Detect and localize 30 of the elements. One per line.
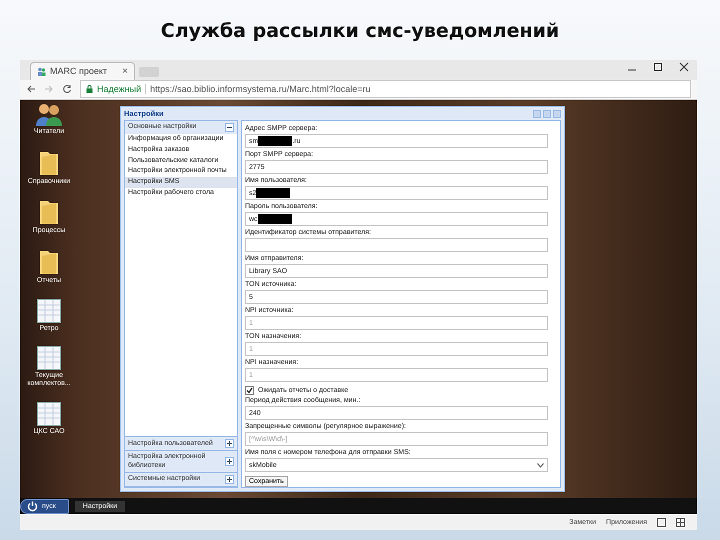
maximize-icon[interactable] (653, 62, 663, 72)
grid-icon[interactable] (676, 518, 685, 527)
folder-icon[interactable] (39, 150, 59, 176)
close-icon[interactable] (679, 62, 689, 72)
back-icon[interactable] (26, 84, 36, 94)
window-icon[interactable] (657, 518, 666, 527)
dropdown-caret-icon (537, 462, 544, 468)
reload-icon[interactable] (62, 84, 72, 94)
slide-title: Служба рассылки смс-уведомлений (160, 19, 560, 44)
folder-icon[interactable] (39, 249, 59, 276)
spreadsheet-icon[interactable] (37, 402, 61, 426)
lock-icon (86, 85, 93, 94)
url-text: https://sao.biblio.informsystema.ru/Marc.html?locale=ru (150, 84, 370, 94)
security-label: Надежный (97, 84, 146, 94)
expand-icon[interactable] (225, 475, 234, 484)
browser-tab[interactable]: MARC проект × (30, 62, 135, 80)
input-field[interactable] (245, 238, 548, 252)
tab-close-button[interactable]: × (122, 66, 128, 77)
address-field[interactable]: Надежный https://sao.biblio.informsystema.ru/Marc.html?locale=ru (80, 80, 691, 98)
expand-icon[interactable] (225, 439, 234, 448)
people-icon[interactable] (34, 102, 64, 126)
checkbox[interactable] (245, 386, 254, 395)
people-icon (37, 66, 46, 76)
expand-icon[interactable] (225, 457, 234, 466)
power-icon (27, 500, 38, 512)
collapse-icon[interactable] (225, 123, 234, 132)
folder-icon[interactable] (39, 199, 59, 226)
spreadsheet-icon[interactable] (37, 298, 61, 323)
spreadsheet-icon[interactable] (37, 346, 61, 370)
tab-title: MARC проект (50, 66, 108, 76)
